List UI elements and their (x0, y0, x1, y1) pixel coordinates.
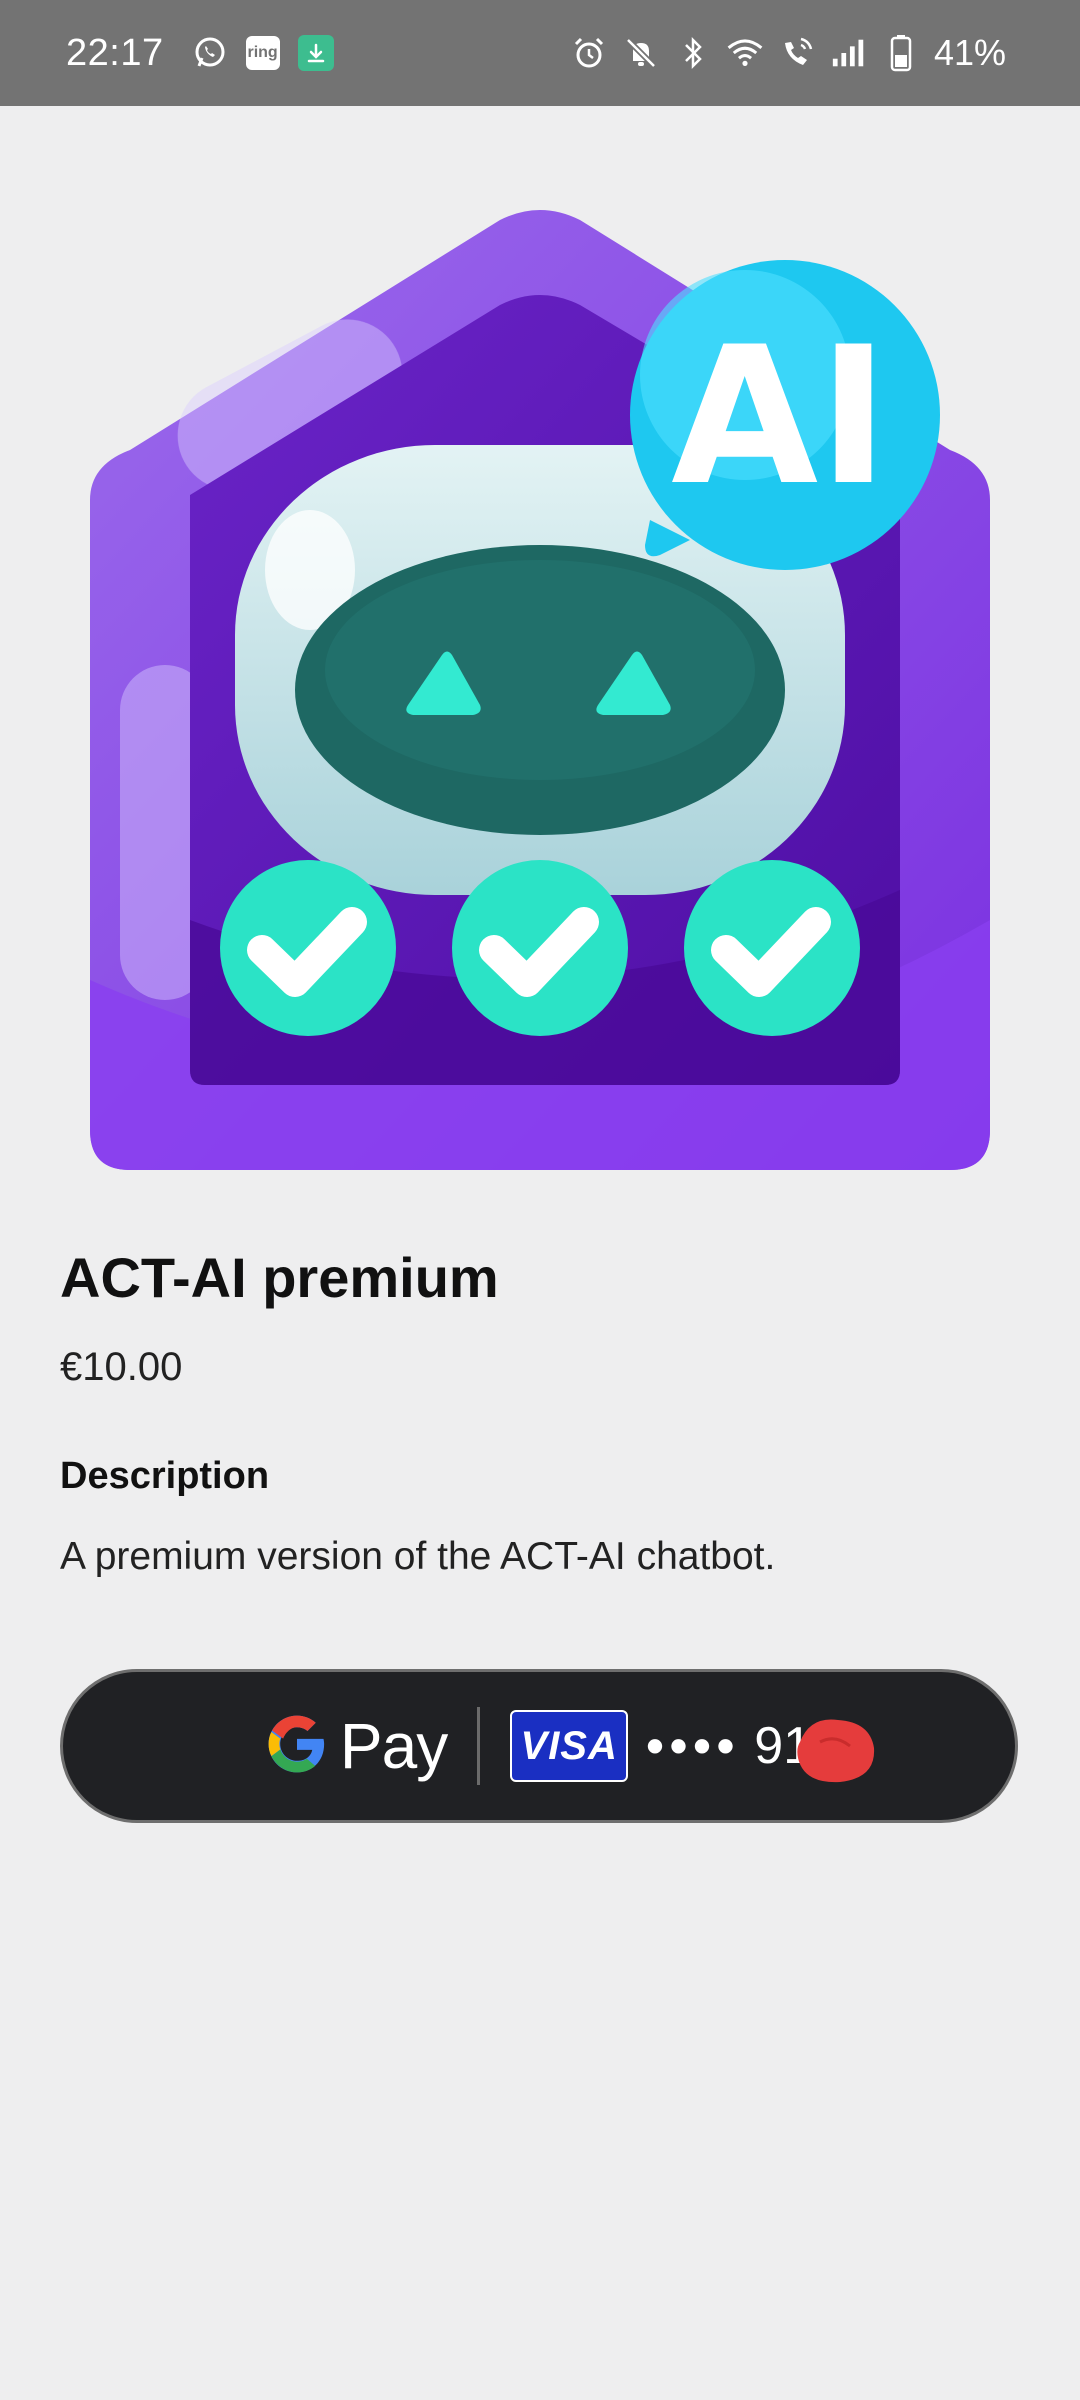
card-number-mask: •••• (646, 1718, 741, 1774)
bell-off-icon (622, 34, 660, 72)
download-icon (297, 35, 334, 71)
status-left: 22:17 ring (66, 0, 334, 106)
wifi-icon (726, 34, 764, 72)
product-price: €10.00 (60, 1345, 183, 1389)
alarm-icon (570, 34, 608, 72)
battery-percent: 41% (933, 32, 1006, 73)
wifi-calling-icon (778, 34, 816, 72)
bluetooth-icon (674, 34, 712, 72)
redaction-scribble-icon (797, 1719, 875, 1783)
pay-label: Pay (339, 1710, 448, 1782)
google-pay-button[interactable]: Pay VISA •••• 91 (60, 1669, 1018, 1823)
description-heading: Description (60, 1455, 270, 1497)
whatsapp-icon (192, 35, 228, 71)
status-bar: 22:17 ring 41% (0, 0, 1080, 106)
check-circles (220, 860, 860, 1036)
gpay-logo: Pay (266, 1709, 448, 1783)
product-image: AI (90, 200, 990, 1180)
signal-icon (830, 34, 868, 72)
battery-icon (882, 34, 920, 72)
status-time: 22:17 (66, 31, 164, 74)
ai-bubble-text: AI (671, 306, 889, 527)
ai-bubble: AI (630, 260, 940, 570)
product-title: ACT-AI premium (60, 1246, 499, 1309)
card-last-digits: 91 (754, 1716, 875, 1783)
visa-card-icon: VISA (510, 1710, 629, 1782)
button-divider (477, 1707, 481, 1785)
status-right: 41% (570, 0, 1006, 106)
google-g-icon (266, 1713, 328, 1780)
ring-icon: ring (245, 36, 280, 70)
description-text: A premium version of the ACT-AI chatbot. (60, 1535, 776, 1578)
